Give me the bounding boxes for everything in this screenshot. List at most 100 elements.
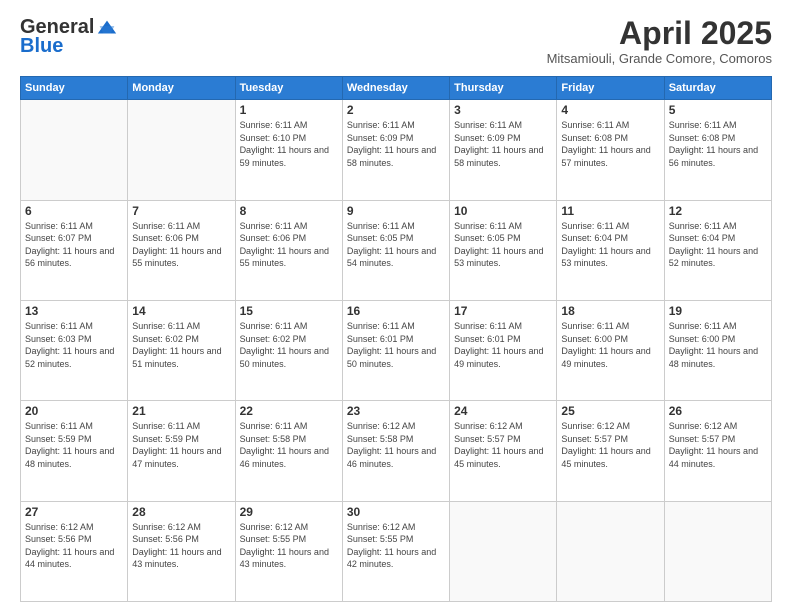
calendar-header-row: Sunday Monday Tuesday Wednesday Thursday…	[21, 77, 772, 100]
day-info: Sunrise: 6:11 AM Sunset: 6:03 PM Dayligh…	[25, 320, 123, 370]
calendar-cell-4-3: 22 Sunrise: 6:11 AM Sunset: 5:58 PM Dayli…	[235, 401, 342, 501]
calendar-cell-2-1: 6 Sunrise: 6:11 AM Sunset: 6:07 PM Daylig…	[21, 200, 128, 300]
day-number: 20	[25, 404, 123, 418]
calendar-cell-3-5: 17 Sunrise: 6:11 AM Sunset: 6:01 PM Dayli…	[450, 300, 557, 400]
day-info: Sunrise: 6:12 AM Sunset: 5:55 PM Dayligh…	[347, 521, 445, 571]
day-number: 13	[25, 304, 123, 318]
day-number: 17	[454, 304, 552, 318]
calendar-cell-5-6	[557, 501, 664, 601]
day-number: 29	[240, 505, 338, 519]
calendar-cell-5-7	[664, 501, 771, 601]
title-block: April 2025 Mitsamiouli, Grande Comore, C…	[547, 16, 772, 66]
calendar-cell-4-2: 21Sunrise: 6:11 AM Sunset: 5:59 PM Dayli…	[128, 401, 235, 501]
day-info: Sunrise: 6:11 AM Sunset: 5:58 PM Dayligh…	[240, 420, 338, 470]
logo: General Blue	[20, 16, 118, 58]
day-number: 4	[561, 103, 659, 117]
calendar-cell-3-4: 16 Sunrise: 6:11 AM Sunset: 6:01 PM Dayli…	[342, 300, 449, 400]
col-friday: Friday	[557, 77, 664, 100]
calendar-cell-2-2: 7 Sunrise: 6:11 AM Sunset: 6:06 PM Daylig…	[128, 200, 235, 300]
day-number: 30	[347, 505, 445, 519]
calendar-cell-1-1	[21, 100, 128, 200]
calendar-cell-2-4: 9 Sunrise: 6:11 AM Sunset: 6:05 PM Daylig…	[342, 200, 449, 300]
calendar-cell-4-4: 23 Sunrise: 6:12 AM Sunset: 5:58 PM Dayli…	[342, 401, 449, 501]
day-number: 16	[347, 304, 445, 318]
day-info: Sunrise: 6:11 AM Sunset: 6:05 PM Dayligh…	[347, 220, 445, 270]
calendar-cell-1-6: 4 Sunrise: 6:11 AM Sunset: 6:08 PM Daylig…	[557, 100, 664, 200]
day-info: Sunrise: 6:11 AM Sunset: 6:00 PM Dayligh…	[669, 320, 767, 370]
day-info: Sunrise: 6:11 AM Sunset: 6:00 PM Dayligh…	[561, 320, 659, 370]
day-number: 28	[132, 505, 230, 519]
day-number: 26	[669, 404, 767, 418]
day-number: 5	[669, 103, 767, 117]
day-info: Sunrise: 6:11 AM Sunset: 6:06 PM Dayligh…	[132, 220, 230, 270]
day-number: 19	[669, 304, 767, 318]
calendar-cell-3-7: 19 Sunrise: 6:11 AM Sunset: 6:00 PM Dayli…	[664, 300, 771, 400]
week-row-1: 1 Sunrise: 6:11 AM Sunset: 6:10 PM Daylig…	[21, 100, 772, 200]
day-info: Sunrise: 6:11 AM Sunset: 6:01 PM Dayligh…	[347, 320, 445, 370]
day-number: 15	[240, 304, 338, 318]
col-monday: Monday	[128, 77, 235, 100]
logo-icon	[96, 17, 118, 39]
calendar-cell-1-5: 3 Sunrise: 6:11 AM Sunset: 6:09 PM Daylig…	[450, 100, 557, 200]
day-number: 14	[132, 304, 230, 318]
day-number: 12	[669, 204, 767, 218]
week-row-4: 20 Sunrise: 6:11 AM Sunset: 5:59 PM Dayli…	[21, 401, 772, 501]
day-info: Sunrise: 6:11 AM Sunset: 6:08 PM Dayligh…	[669, 119, 767, 169]
calendar-cell-1-4: 2 Sunrise: 6:11 AM Sunset: 6:09 PM Daylig…	[342, 100, 449, 200]
calendar-cell-2-6: 11 Sunrise: 6:11 AM Sunset: 6:04 PM Dayli…	[557, 200, 664, 300]
day-info: Sunrise: 6:12 AM Sunset: 5:58 PM Dayligh…	[347, 420, 445, 470]
calendar-cell-1-3: 1 Sunrise: 6:11 AM Sunset: 6:10 PM Daylig…	[235, 100, 342, 200]
col-tuesday: Tuesday	[235, 77, 342, 100]
calendar-cell-1-2	[128, 100, 235, 200]
col-thursday: Thursday	[450, 77, 557, 100]
calendar-cell-5-1: 27Sunrise: 6:12 AM Sunset: 5:56 PM Dayli…	[21, 501, 128, 601]
day-number: 11	[561, 204, 659, 218]
col-sunday: Sunday	[21, 77, 128, 100]
calendar-cell-4-1: 20 Sunrise: 6:11 AM Sunset: 5:59 PM Dayli…	[21, 401, 128, 501]
day-info: Sunrise: 6:11 AM Sunset: 6:09 PM Dayligh…	[454, 119, 552, 169]
day-info: Sunrise: 6:11 AM Sunset: 6:09 PM Dayligh…	[347, 119, 445, 169]
day-number: 25	[561, 404, 659, 418]
day-number: 22	[240, 404, 338, 418]
week-row-3: 13 Sunrise: 6:11 AM Sunset: 6:03 PM Dayli…	[21, 300, 772, 400]
calendar-cell-4-6: 25 Sunrise: 6:12 AM Sunset: 5:57 PM Dayli…	[557, 401, 664, 501]
day-info: Sunrise: 6:11 AM Sunset: 6:08 PM Dayligh…	[561, 119, 659, 169]
day-info: Sunrise: 6:12 AM Sunset: 5:57 PM Dayligh…	[669, 420, 767, 470]
calendar-cell-5-3: 29Sunrise: 6:12 AM Sunset: 5:55 PM Dayli…	[235, 501, 342, 601]
day-info: Sunrise: 6:11 AM Sunset: 6:10 PM Dayligh…	[240, 119, 338, 169]
calendar-cell-2-5: 10Sunrise: 6:11 AM Sunset: 6:05 PM Dayli…	[450, 200, 557, 300]
day-number: 10	[454, 204, 552, 218]
day-number: 6	[25, 204, 123, 218]
day-info: Sunrise: 6:11 AM Sunset: 6:02 PM Dayligh…	[240, 320, 338, 370]
day-info: Sunrise: 6:11 AM Sunset: 6:07 PM Dayligh…	[25, 220, 123, 270]
calendar-cell-2-7: 12Sunrise: 6:11 AM Sunset: 6:04 PM Dayli…	[664, 200, 771, 300]
calendar: Sunday Monday Tuesday Wednesday Thursday…	[20, 76, 772, 602]
calendar-cell-4-7: 26 Sunrise: 6:12 AM Sunset: 5:57 PM Dayli…	[664, 401, 771, 501]
day-info: Sunrise: 6:11 AM Sunset: 6:01 PM Dayligh…	[454, 320, 552, 370]
week-row-2: 6 Sunrise: 6:11 AM Sunset: 6:07 PM Daylig…	[21, 200, 772, 300]
day-info: Sunrise: 6:12 AM Sunset: 5:56 PM Dayligh…	[25, 521, 123, 571]
calendar-cell-5-2: 28Sunrise: 6:12 AM Sunset: 5:56 PM Dayli…	[128, 501, 235, 601]
day-number: 9	[347, 204, 445, 218]
day-number: 3	[454, 103, 552, 117]
day-number: 23	[347, 404, 445, 418]
calendar-cell-1-7: 5 Sunrise: 6:11 AM Sunset: 6:08 PM Daylig…	[664, 100, 771, 200]
col-saturday: Saturday	[664, 77, 771, 100]
day-number: 8	[240, 204, 338, 218]
day-number: 2	[347, 103, 445, 117]
day-info: Sunrise: 6:12 AM Sunset: 5:57 PM Dayligh…	[454, 420, 552, 470]
week-row-5: 27Sunrise: 6:12 AM Sunset: 5:56 PM Dayli…	[21, 501, 772, 601]
day-info: Sunrise: 6:11 AM Sunset: 6:06 PM Dayligh…	[240, 220, 338, 270]
day-info: Sunrise: 6:11 AM Sunset: 6:04 PM Dayligh…	[561, 220, 659, 270]
calendar-cell-5-4: 30 Sunrise: 6:12 AM Sunset: 5:55 PM Dayli…	[342, 501, 449, 601]
calendar-cell-3-6: 18Sunrise: 6:11 AM Sunset: 6:00 PM Dayli…	[557, 300, 664, 400]
day-number: 1	[240, 103, 338, 117]
day-number: 7	[132, 204, 230, 218]
day-info: Sunrise: 6:12 AM Sunset: 5:57 PM Dayligh…	[561, 420, 659, 470]
calendar-cell-3-3: 15 Sunrise: 6:11 AM Sunset: 6:02 PM Dayli…	[235, 300, 342, 400]
page: General Blue April 2025 Mitsamiouli, Gra…	[0, 0, 792, 612]
calendar-cell-3-1: 13 Sunrise: 6:11 AM Sunset: 6:03 PM Dayli…	[21, 300, 128, 400]
month-title: April 2025	[547, 16, 772, 51]
calendar-cell-3-2: 14Sunrise: 6:11 AM Sunset: 6:02 PM Dayli…	[128, 300, 235, 400]
day-info: Sunrise: 6:11 AM Sunset: 5:59 PM Dayligh…	[25, 420, 123, 470]
